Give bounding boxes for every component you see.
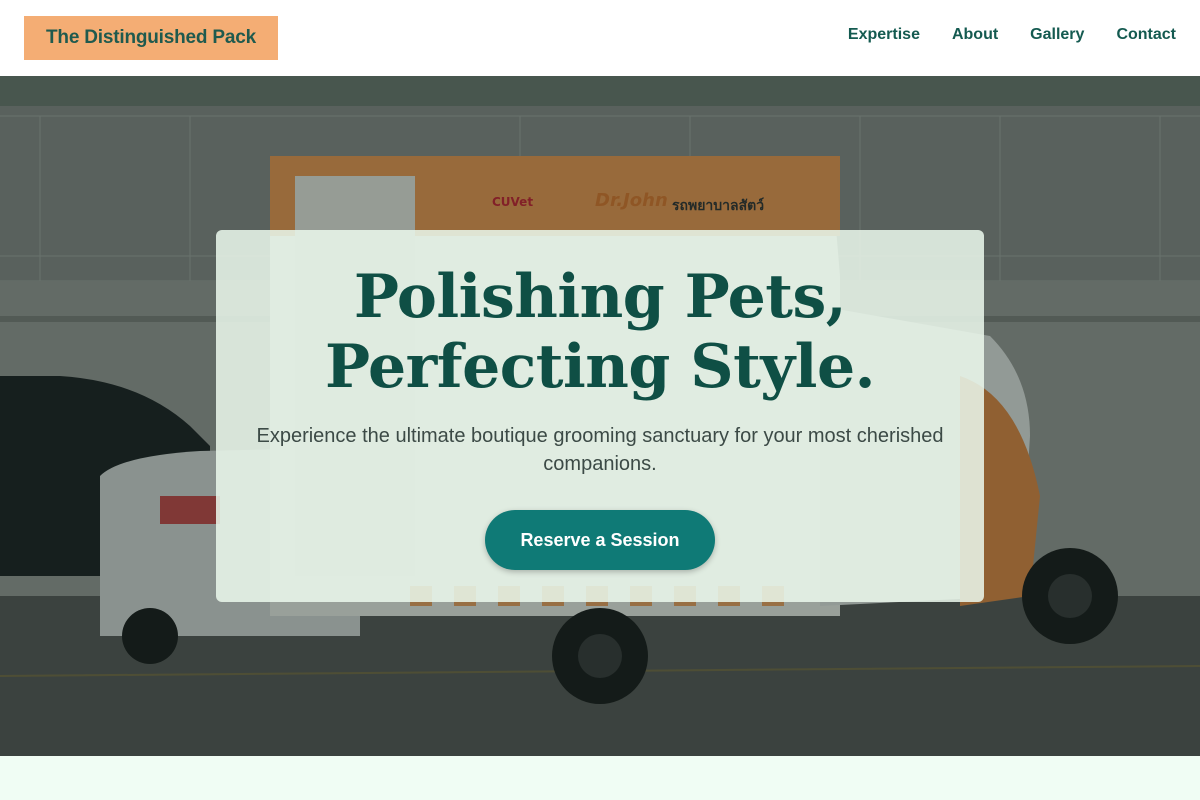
brand-name: The Distinguished Pack bbox=[46, 27, 256, 48]
hero-title-line1: Polishing Pets, bbox=[353, 262, 847, 332]
hero-title-line2: Perfecting Style. bbox=[324, 332, 876, 402]
hero-section: Dr.John รถพยาบาลสัตว์ CUVet Polishing Pe… bbox=[0, 76, 1200, 756]
site-header: The Distinguished Pack Expertise About G… bbox=[0, 0, 1200, 76]
reserve-session-button[interactable]: Reserve a Session bbox=[485, 510, 715, 570]
hero-title: Polishing Pets, Perfecting Style. bbox=[216, 262, 984, 402]
hero-subtitle: Experience the ultimate boutique groomin… bbox=[256, 425, 944, 475]
next-section-edge bbox=[0, 756, 1200, 800]
nav-link-contact[interactable]: Contact bbox=[1116, 26, 1176, 44]
nav-link-about[interactable]: About bbox=[952, 26, 998, 44]
main-nav: Expertise About Gallery Contact bbox=[848, 26, 1176, 44]
nav-link-expertise[interactable]: Expertise bbox=[848, 26, 920, 44]
hero-card: Polishing Pets, Perfecting Style. Experi… bbox=[216, 230, 984, 602]
brand-logo[interactable]: The Distinguished Pack bbox=[24, 16, 278, 60]
nav-link-gallery[interactable]: Gallery bbox=[1030, 26, 1084, 44]
